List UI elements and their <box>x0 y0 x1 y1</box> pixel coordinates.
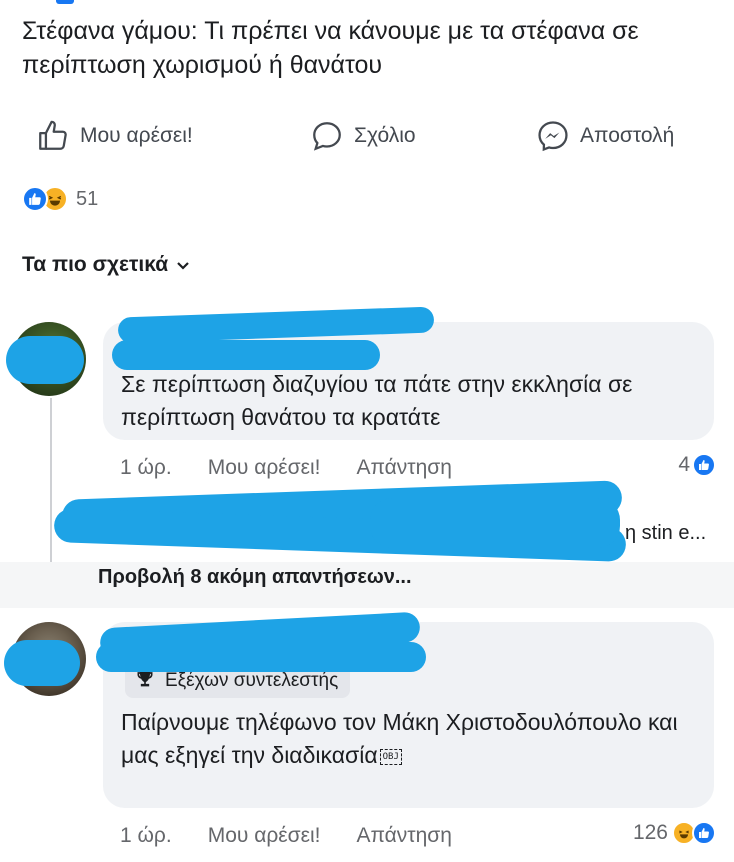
comment-timestamp[interactable]: 1 ώρ. <box>120 824 172 848</box>
object-placeholder-icon: OBJ <box>379 749 402 765</box>
redaction-mark <box>96 642 426 672</box>
view-more-replies-link[interactable]: Προβολή 8 ακόμη απαντήσεων... <box>98 566 412 589</box>
redaction-mark <box>4 640 80 686</box>
reaction-count-value: 4 <box>678 453 690 476</box>
share-button-label: Αποστολή <box>580 124 675 147</box>
comment-bubble-icon <box>310 119 344 153</box>
comment-reaction-count[interactable]: 126 <box>633 821 716 845</box>
share-messenger-button[interactable]: Αποστολή <box>536 112 674 160</box>
post-header-accent <box>56 0 74 4</box>
comment-button[interactable]: Σχόλιο <box>310 112 416 160</box>
redaction-mark <box>6 336 84 384</box>
reaction-count-value: 126 <box>632 821 668 844</box>
comment-sort-dropdown[interactable]: Τα πιο σχετικά <box>22 253 190 277</box>
comment-reaction-count[interactable]: 4 <box>678 453 716 477</box>
thumbs-up-icon <box>36 119 70 153</box>
sort-label: Τα πιο σχετικά <box>22 253 169 276</box>
like-reaction-icon <box>692 821 716 845</box>
comment-reply-link[interactable]: Απάντηση <box>356 456 451 480</box>
comment-timestamp[interactable]: 1 ώρ. <box>120 456 172 480</box>
redaction-mark <box>370 498 620 548</box>
reply-thread-line <box>50 398 70 584</box>
post-reactions[interactable]: 51 <box>22 184 98 214</box>
redaction-mark <box>112 340 380 370</box>
like-button-label: Μου αρέσει! <box>80 124 193 147</box>
like-reaction-icon <box>692 453 716 477</box>
reaction-count: 51 <box>76 187 99 210</box>
chevron-down-icon <box>176 253 190 277</box>
comment-button-label: Σχόλιο <box>354 124 416 147</box>
post-title[interactable]: Στέφανα γάμου: Τι πρέπει να κάνουμε με τ… <box>22 14 722 82</box>
comment-text: Σε περίπτωση διαζυγίου τα πάτε στην εκκλ… <box>121 371 633 430</box>
post-action-bar: Μου αρέσει! Σχόλιο Αποστολή <box>0 112 734 160</box>
like-reaction-icon <box>22 186 48 212</box>
comment-meta: 1 ώρ. Μου αρέσει! Απάντηση <box>120 454 488 482</box>
comment-meta: 1 ώρ. Μου αρέσει! Απάντηση <box>120 822 488 850</box>
like-button[interactable]: Μου αρέσει! <box>36 112 193 160</box>
comment-like-link[interactable]: Μου αρέσει! <box>208 456 321 480</box>
messenger-icon <box>536 119 570 153</box>
comment-text: Παίρνουμε τηλέφωνο τον Μάκη Χριστοδουλόπ… <box>121 706 681 772</box>
badge-label: Εξέχων συντελεστής <box>165 670 339 691</box>
reply-preview-snippet[interactable]: η stin e... <box>625 522 706 545</box>
comment-like-link[interactable]: Μου αρέσει! <box>208 824 321 848</box>
comment-reply-link[interactable]: Απάντηση <box>356 824 451 848</box>
